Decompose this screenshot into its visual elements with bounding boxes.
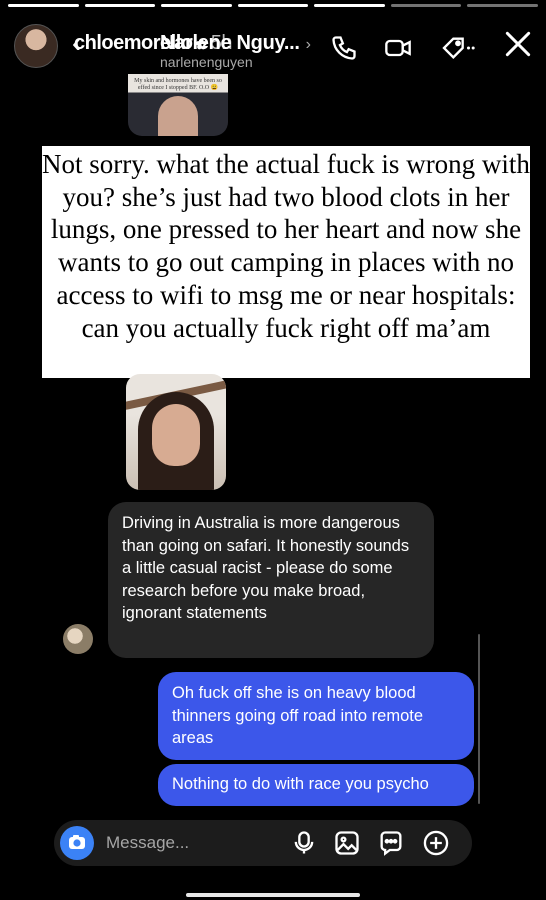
message-input[interactable]	[106, 820, 276, 866]
camera-button[interactable]	[60, 826, 94, 860]
microphone-icon[interactable]	[290, 829, 318, 857]
story-overlay-text: Not sorry. what the actual fuck is wrong…	[42, 146, 530, 378]
phone-icon[interactable]	[330, 34, 358, 62]
chat-contact-name-text: Narlene Nguy...	[160, 32, 300, 54]
story-progress-segment	[8, 4, 79, 7]
close-icon[interactable]	[502, 28, 534, 60]
video-camera-icon[interactable]	[384, 34, 412, 62]
shared-selfie-image[interactable]	[126, 374, 226, 490]
chevron-right-icon: ›	[305, 36, 311, 53]
selfie-face	[152, 404, 200, 466]
chat-contact-handle: narlenenguyen	[160, 54, 253, 70]
scrollbar[interactable]	[478, 634, 480, 804]
outgoing-message-bubble[interactable]: Oh fuck off she is on heavy blood thinne…	[158, 672, 474, 760]
story-progress-segment	[390, 4, 462, 7]
story-author-avatar[interactable]	[14, 24, 58, 68]
shared-image-post[interactable]: My skin and hormones have been so effed …	[128, 74, 228, 136]
story-progress-segment	[84, 4, 156, 7]
tag-icon[interactable]	[440, 34, 476, 62]
story-progress-segment	[314, 4, 385, 7]
gallery-icon[interactable]	[333, 829, 361, 857]
chat-contact-name[interactable]: Narlene Nguy... ›	[160, 32, 311, 55]
story-header: ‹ chloemorello ✿ 5h Narlene Nguy... › narle…	[0, 22, 546, 72]
camera-icon	[69, 835, 85, 849]
story-progress-segment	[237, 4, 309, 7]
outgoing-message-bubble[interactable]: Nothing to do with race you psycho	[158, 764, 474, 806]
home-indicator	[186, 893, 360, 897]
message-composer	[54, 820, 472, 866]
incoming-message-bubble[interactable]: Driving in Australia is more dangerous t…	[108, 502, 434, 658]
story-progress-segment	[161, 4, 232, 7]
plus-icon[interactable]	[422, 829, 450, 857]
shared-image-caption: My skin and hormones have been so effed …	[134, 78, 222, 91]
sender-avatar[interactable]	[63, 624, 93, 654]
story-progress-segment	[467, 4, 539, 7]
shared-image-photo	[158, 96, 198, 136]
sticker-icon[interactable]	[377, 829, 405, 857]
story-progress-bar	[8, 4, 539, 7]
